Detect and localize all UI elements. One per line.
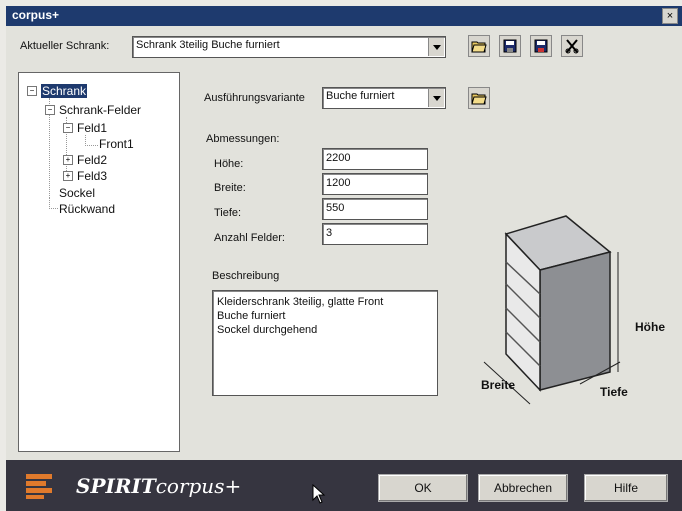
collapse-toggle[interactable]: − xyxy=(63,123,73,133)
save-as-icon[interactable] xyxy=(530,35,552,57)
window-title: corpus+ xyxy=(12,8,60,22)
mouse-pointer-icon xyxy=(312,484,326,504)
variant-label: Ausführungsvariante xyxy=(204,92,305,104)
dimensions-heading: Abmessungen: xyxy=(206,133,280,145)
current-cabinet-value: Schrank 3teilig Buche furniert xyxy=(136,39,280,51)
tree-item-feld3[interactable]: Feld3 xyxy=(77,169,107,183)
tree-item-front1[interactable]: Front1 xyxy=(99,137,134,151)
fields-count-value: 3 xyxy=(326,227,333,239)
diagram-height-label: Höhe xyxy=(635,320,665,334)
ok-button[interactable]: OK xyxy=(378,474,468,502)
close-icon[interactable]: × xyxy=(662,8,678,24)
description-line: Buche furniert xyxy=(217,310,286,322)
cabinet-side xyxy=(539,251,611,391)
fields-count-input[interactable]: 3 xyxy=(322,223,428,245)
depth-label: Tiefe: xyxy=(214,207,242,219)
structure-tree[interactable]: − Schrank − Schrank-Felder − Feld1 Front… xyxy=(18,72,180,452)
brand-logo-text: SPIRITcorpus+ xyxy=(76,474,241,498)
open-folder-icon[interactable] xyxy=(468,87,490,109)
expand-toggle[interactable]: + xyxy=(63,171,73,181)
title-bar: corpus+ × xyxy=(6,6,682,26)
current-cabinet-label: Aktueller Schrank: xyxy=(20,40,110,52)
description-line: Kleiderschrank 3teilig, glatte Front xyxy=(217,296,384,308)
description-heading: Beschreibung xyxy=(212,270,280,282)
brand-corpus: corpus+ xyxy=(155,474,242,498)
save-icon[interactable] xyxy=(499,35,521,57)
delete-icon[interactable] xyxy=(561,35,583,57)
help-button[interactable]: Hilfe xyxy=(584,474,668,502)
tree-item-schrank-felder[interactable]: Schrank-Felder xyxy=(59,103,141,117)
width-label: Breite: xyxy=(214,182,246,194)
chevron-down-icon[interactable] xyxy=(428,89,444,107)
depth-value: 550 xyxy=(326,202,345,214)
height-label: Höhe: xyxy=(214,158,244,170)
current-cabinet-select[interactable]: Schrank 3teilig Buche furniert xyxy=(132,36,446,58)
tree-item-sockel[interactable]: Sockel xyxy=(59,186,95,200)
collapse-toggle[interactable]: − xyxy=(27,86,37,96)
tree-item-schrank[interactable]: Schrank xyxy=(41,84,88,98)
expand-toggle[interactable]: + xyxy=(63,155,73,165)
height-input[interactable]: 2200 xyxy=(322,148,428,170)
tree-guide-line xyxy=(49,198,58,209)
brand-spirit: SPIRIT xyxy=(76,474,156,498)
tree-guide-line xyxy=(85,135,98,146)
depth-input[interactable]: 550 xyxy=(322,198,428,220)
diagram-depth-label: Tiefe xyxy=(600,385,628,399)
description-line: Sockel durchgehend xyxy=(217,324,318,336)
description-textarea[interactable]: Kleiderschrank 3teilig, glatte Front Buc… xyxy=(212,290,438,396)
width-value: 1200 xyxy=(326,177,351,189)
tree-item-feld2[interactable]: Feld2 xyxy=(77,153,107,167)
fields-count-label: Anzahl Felder: xyxy=(214,232,285,244)
tree-item-feld1[interactable]: Feld1 xyxy=(77,121,107,135)
variant-select[interactable]: Buche furniert xyxy=(322,87,446,109)
variant-value: Buche furniert xyxy=(326,90,395,102)
collapse-toggle[interactable]: − xyxy=(45,105,55,115)
width-input[interactable]: 1200 xyxy=(322,173,428,195)
footer-bar: SPIRITcorpus+ OK Abbrechen Hilfe xyxy=(6,460,682,511)
diagram-width-label: Breite xyxy=(481,378,516,392)
open-folder-icon[interactable] xyxy=(468,35,490,57)
spirit-logo-icon xyxy=(26,474,52,499)
chevron-down-icon[interactable] xyxy=(428,38,444,56)
cancel-button[interactable]: Abbrechen xyxy=(478,474,568,502)
tree-item-rueckwand[interactable]: Rückwand xyxy=(59,202,115,216)
height-value: 2200 xyxy=(326,152,351,164)
